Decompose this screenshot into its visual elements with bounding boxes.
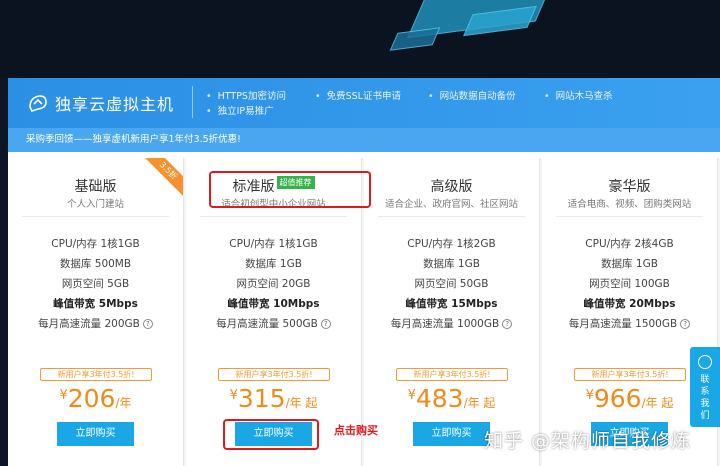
promo-tag: 新用户享3年付3.5折! — [396, 368, 508, 381]
question-circle-icon[interactable]: ? — [142, 319, 153, 329]
plan-subtitle: 适合电商、视频、团购类网站 — [567, 199, 692, 210]
price-value: 483 — [415, 384, 464, 413]
price: ¥315/年 起 — [186, 384, 361, 413]
divider — [378, 216, 525, 217]
spec-traffic-text: 每月高速流量 1000GB — [390, 318, 500, 330]
price-value: 315 — [237, 384, 286, 413]
spec-cpu: CPU/内存 1核1GB — [229, 238, 318, 250]
spec-traffic-text: 每月高速流量 1500GB — [568, 318, 678, 330]
feature-dedicated-ip: 独立IP易推广 — [206, 103, 274, 117]
spec-database: 数据库 1GB — [601, 258, 658, 270]
divider — [200, 216, 347, 217]
plan-name: 高级版 — [430, 179, 473, 195]
price-unit: /年 起 — [641, 396, 674, 410]
plan-subtitle: 适合企业、政府官网、社区网站 — [384, 199, 518, 210]
price-value: 966 — [593, 384, 642, 413]
spec-space: 网页空间 50GB — [414, 278, 489, 290]
highlight-box-buy — [223, 419, 319, 450]
chat-bubble-icon — [698, 355, 712, 369]
feature-ssl: 免费SSL证书申请 — [315, 88, 401, 102]
spec-traffic-text: 每月高速流量 500GB — [216, 318, 318, 330]
plan-card-basic: 3.5折 基础版 个人入门建站 CPU/内存 1核1GB 数据库 500MB 网… — [8, 158, 184, 466]
plan-name: 基础版 — [74, 179, 117, 195]
spec-traffic: 每月高速流量 200GB? — [8, 316, 183, 331]
divider — [556, 216, 703, 217]
spec-bandwidth: 峰值带宽 10Mbps — [227, 298, 320, 310]
price-unit: /年 — [115, 396, 132, 410]
spec-cpu: CPU/内存 1核1GB — [51, 238, 140, 250]
spec-traffic-text: 每月高速流量 200GB — [38, 318, 140, 330]
price-unit: /年 起 — [285, 396, 318, 410]
promo-tag: 新用户享3年付3.5折! — [574, 368, 686, 381]
product-title: 独享云虚拟主机 — [55, 95, 175, 114]
watermark: 知乎 @架构师自我修炼 — [484, 430, 692, 452]
plan-subtitle: 个人入门建站 — [66, 199, 124, 210]
spec-cpu: CPU/内存 2核4GB — [585, 238, 674, 250]
price-unit: /年 起 — [463, 396, 496, 410]
contact-us-label: 联系我们 — [700, 375, 710, 421]
cloud-host-icon — [29, 95, 47, 112]
product-panel: 独享云虚拟主机 HTTPS加密访问 免费SSL证书申请 网站数据自动备份 网站木… — [8, 78, 720, 466]
feature-backup: 网站数据自动备份 — [428, 88, 516, 102]
price: ¥483/年 起 — [364, 384, 539, 413]
spec-cpu: CPU/内存 1核2GB — [407, 238, 496, 250]
feature-https: HTTPS加密访问 — [206, 88, 286, 102]
question-circle-icon[interactable]: ? — [502, 319, 513, 329]
promo-tag: 新用户享3年付3.5折! — [218, 368, 330, 381]
divider — [22, 216, 169, 217]
currency-symbol: ¥ — [585, 388, 594, 403]
currency-symbol: ¥ — [229, 388, 238, 403]
spec-bandwidth: 峰值带宽 15Mbps — [405, 298, 498, 310]
click-buy-annotation: 点击购买 — [334, 424, 378, 437]
hero-banner — [0, 0, 720, 78]
question-circle-icon[interactable]: ? — [680, 319, 691, 329]
banner-graphic — [389, 27, 441, 51]
contact-us-widget[interactable]: 联系我们 — [690, 347, 720, 427]
spec-bandwidth: 峰值带宽 5Mbps — [53, 298, 138, 310]
price: ¥206/年 — [8, 384, 183, 413]
product-header: 独享云虚拟主机 HTTPS加密访问 免费SSL证书申请 网站数据自动备份 网站木… — [8, 78, 720, 128]
spec-space: 网页空间 5GB — [61, 278, 130, 290]
promo-tag: 新用户享3年付3.5折! — [40, 368, 152, 381]
buy-button[interactable]: 立即购买 — [413, 422, 490, 446]
plan-card-advanced: 高级版 适合企业、政府官网、社区网站 CPU/内存 1核2GB 数据库 1GB … — [364, 158, 540, 466]
currency-symbol: ¥ — [59, 388, 68, 403]
spec-database: 数据库 500MB — [59, 258, 132, 270]
question-circle-icon[interactable]: ? — [320, 319, 331, 329]
spec-traffic: 每月高速流量 500GB? — [186, 316, 361, 331]
spec-space: 网页空间 20GB — [236, 278, 311, 290]
spec-traffic: 每月高速流量 1000GB? — [364, 316, 539, 331]
spec-bandwidth: 峰值带宽 20Mbps — [583, 298, 676, 310]
buy-button[interactable]: 立即购买 — [57, 422, 134, 446]
spec-database: 数据库 1GB — [423, 258, 480, 270]
spec-database: 数据库 1GB — [245, 258, 302, 270]
spec-traffic: 每月高速流量 1500GB? — [542, 316, 717, 331]
promo-notice[interactable]: 采购季回馈——独享虚机新用户享1年付3.5折优惠! — [8, 128, 720, 152]
header-divider — [192, 86, 193, 118]
price-value: 206 — [67, 384, 116, 413]
spec-space: 网页空间 100GB — [589, 278, 670, 290]
feature-trojan-scan: 网站木马查杀 — [544, 88, 613, 102]
plan-name: 豪华版 — [608, 179, 651, 195]
highlight-box-plan-title — [209, 171, 371, 208]
currency-symbol: ¥ — [407, 388, 416, 403]
